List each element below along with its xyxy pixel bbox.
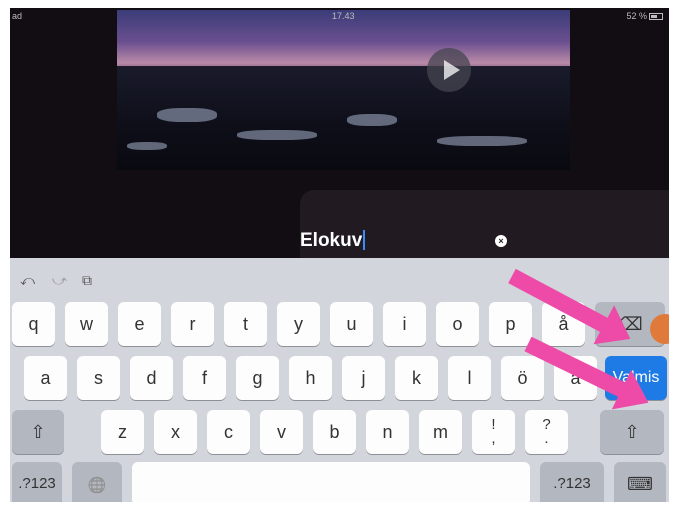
title-input[interactable]: Elokuv	[300, 230, 366, 252]
space-bar[interactable]	[132, 462, 530, 502]
shift-icon: ⇧	[30, 422, 46, 442]
play-button[interactable]	[427, 48, 471, 92]
battery-status: 52 %	[626, 11, 663, 21]
status-bar: ad 17.43 52 %	[10, 8, 669, 24]
clear-icon[interactable]: ×	[495, 235, 507, 247]
key-g[interactable]: g	[236, 356, 279, 400]
key-z[interactable]: z	[101, 410, 144, 454]
key-question-period[interactable]: ?.	[525, 410, 568, 454]
key-y[interactable]: y	[277, 302, 320, 346]
battery-icon	[649, 13, 663, 20]
key-r[interactable]: r	[171, 302, 214, 346]
snow-patch	[127, 142, 167, 150]
on-screen-keyboard: ⤺ ⤻ ⧉ q w e r t y u i o p å ⌫ a s d f g …	[10, 258, 669, 502]
key-w[interactable]: w	[65, 302, 108, 346]
snow-patch	[437, 136, 527, 146]
key-q[interactable]: q	[12, 302, 55, 346]
keyboard-hide-icon: ⌨	[627, 474, 653, 494]
key-d[interactable]: d	[130, 356, 173, 400]
key-t[interactable]: t	[224, 302, 267, 346]
key-k[interactable]: k	[395, 356, 438, 400]
shift-icon: ⇧	[624, 422, 640, 442]
video-preview[interactable]	[117, 10, 570, 170]
numbers-key-right[interactable]: .?123	[540, 462, 604, 502]
device-label: ad	[12, 11, 23, 21]
title-input-value: Elokuv	[300, 230, 363, 251]
paste-icon[interactable]: ⧉	[82, 272, 92, 289]
key-o-umlaut[interactable]: ö	[501, 356, 544, 400]
snow-patch	[347, 114, 397, 126]
globe-key[interactable]: 🌐	[72, 462, 122, 502]
snow-patch	[237, 130, 317, 140]
numbers-key-left[interactable]: .?123	[12, 462, 62, 502]
key-m[interactable]: m	[419, 410, 462, 454]
key-period: .	[544, 430, 549, 447]
snow-patch	[157, 108, 217, 122]
key-u[interactable]: u	[330, 302, 373, 346]
key-c[interactable]: c	[207, 410, 250, 454]
video-editor: Elokuv ×	[10, 8, 669, 258]
key-j[interactable]: j	[342, 356, 385, 400]
text-cursor	[363, 230, 366, 250]
redo-icon[interactable]: ⤻	[52, 272, 67, 289]
battery-percent: 52 %	[626, 11, 647, 21]
key-h[interactable]: h	[289, 356, 332, 400]
hide-keyboard-key[interactable]: ⌨	[614, 462, 666, 502]
key-x[interactable]: x	[154, 410, 197, 454]
key-a[interactable]: a	[24, 356, 67, 400]
key-i[interactable]: i	[383, 302, 426, 346]
key-s[interactable]: s	[77, 356, 120, 400]
key-b[interactable]: b	[313, 410, 356, 454]
key-f[interactable]: f	[183, 356, 226, 400]
key-p[interactable]: p	[489, 302, 532, 346]
shift-left-key[interactable]: ⇧	[12, 410, 64, 454]
screen: Elokuv × ad 17.43 52 % ⤺ ⤻ ⧉ q w e r t y…	[10, 8, 669, 502]
undo-icon[interactable]: ⤺	[20, 272, 35, 289]
globe-icon: 🌐	[87, 477, 107, 494]
key-v[interactable]: v	[260, 410, 303, 454]
key-o[interactable]: o	[436, 302, 479, 346]
key-exclamation-comma[interactable]: !,	[472, 410, 515, 454]
key-n[interactable]: n	[366, 410, 409, 454]
key-l[interactable]: l	[448, 356, 491, 400]
key-e[interactable]: e	[118, 302, 161, 346]
key-comma: ,	[491, 430, 496, 447]
status-time: 17.43	[332, 11, 355, 21]
